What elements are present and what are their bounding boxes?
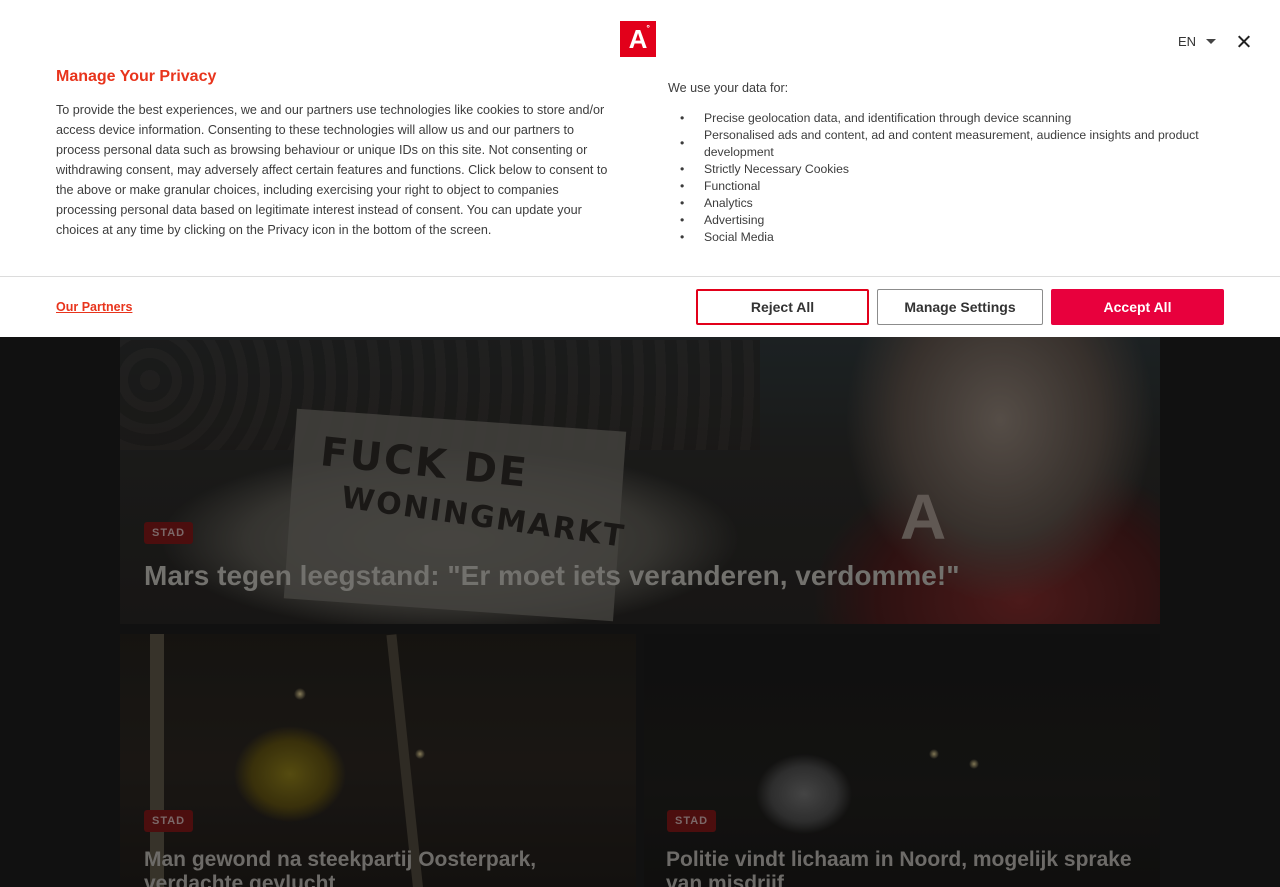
bullet-icon: • <box>680 179 685 193</box>
bullet-icon: • <box>680 162 685 176</box>
data-use-heading: We use your data for: <box>668 81 789 95</box>
brand-logo-mark: ° <box>646 23 650 33</box>
purpose-label: Advertising <box>704 213 765 227</box>
purpose-label: Social Media <box>704 230 774 244</box>
reject-all-button[interactable]: Reject All <box>696 289 869 325</box>
purpose-label: Functional <box>704 179 761 193</box>
accept-all-button[interactable]: Accept All <box>1051 289 1224 325</box>
list-item: • Strictly Necessary Cookies <box>680 161 1240 178</box>
list-item: • Personalised ads and content, ad and co… <box>680 127 1240 161</box>
purpose-label: Precise geolocation data, and identifica… <box>704 111 1072 125</box>
list-item: • Precise geolocation data, and identific… <box>680 110 1240 127</box>
privacy-consent-banner: A ° EN Manage Your Privacy To provide the… <box>0 0 1280 337</box>
language-selector[interactable]: EN <box>1178 34 1217 49</box>
brand-logo: A ° <box>620 21 656 57</box>
list-item: • Analytics <box>680 195 1240 212</box>
our-partners-link[interactable]: Our Partners <box>56 300 132 314</box>
bullet-icon: • <box>680 111 685 125</box>
brand-logo-letter: A <box>628 24 648 54</box>
list-item: • Social Media <box>680 229 1240 246</box>
bullet-icon: • <box>680 136 685 150</box>
language-label: EN <box>1178 34 1197 49</box>
bullet-icon: • <box>680 213 685 227</box>
bullet-icon: • <box>680 230 685 244</box>
manage-settings-button[interactable]: Manage Settings <box>877 289 1043 325</box>
data-purposes-list: • Precise geolocation data, and identific… <box>680 110 1240 246</box>
list-item: • Functional <box>680 178 1240 195</box>
bullet-icon: • <box>680 196 685 210</box>
divider <box>0 276 1280 277</box>
purpose-label: Strictly Necessary Cookies <box>704 162 849 176</box>
close-icon[interactable] <box>1234 32 1254 52</box>
consent-title: Manage Your Privacy <box>56 68 217 85</box>
consent-description: To provide the best experiences, we and … <box>56 103 608 237</box>
purpose-label: Personalised ads and content, ad and con… <box>704 128 1199 159</box>
list-item: • Advertising <box>680 212 1240 229</box>
chevron-down-icon <box>1206 39 1217 44</box>
purpose-label: Analytics <box>704 196 753 210</box>
